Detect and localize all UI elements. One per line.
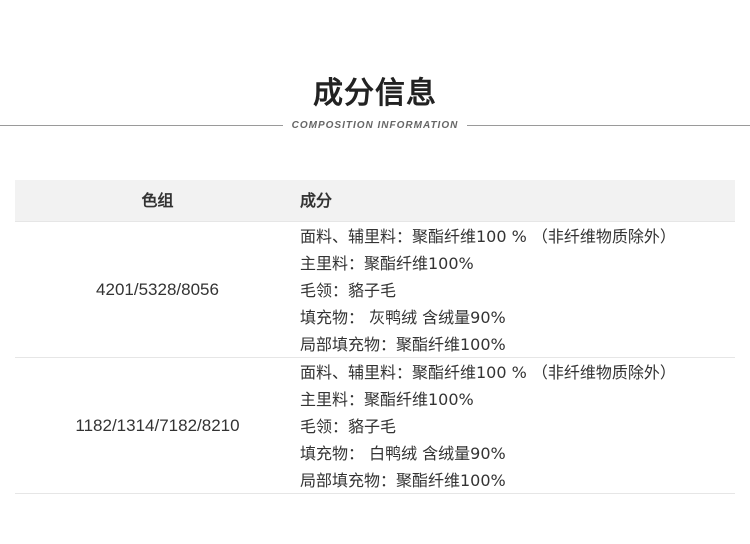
table-header: 色组 成分 bbox=[15, 180, 735, 222]
section-title: 成分信息 bbox=[313, 76, 437, 111]
table-row: 4201/5328/8056 面料、辅里料：聚酯纤维100 % （非纤维物质除外… bbox=[15, 222, 735, 358]
composition-line: 填充物： 白鸭绒 含绒量90% bbox=[300, 444, 506, 463]
color-group-cell: 4201/5328/8056 bbox=[96, 280, 219, 299]
divider-left bbox=[0, 125, 283, 126]
composition-cell: 面料、辅里料：聚酯纤维100 % （非纤维物质除外） 主里料：聚酯纤维100% … bbox=[300, 359, 735, 494]
table-row: 1182/1314/7182/8210 面料、辅里料：聚酯纤维100 % （非纤… bbox=[15, 358, 735, 494]
composition-table: 色组 成分 4201/5328/8056 面料、辅里料：聚酯纤维100 % （非… bbox=[15, 180, 735, 494]
header-composition: 成分 bbox=[300, 191, 333, 210]
section-subtitle: COMPOSITION INFORMATION bbox=[291, 120, 459, 131]
section-subtitle-row: COMPOSITION INFORMATION bbox=[0, 117, 750, 135]
composition-line: 面料、辅里料：聚酯纤维100 % （非纤维物质除外） bbox=[300, 227, 676, 246]
composition-line: 主里料：聚酯纤维100% bbox=[300, 254, 474, 273]
composition-line: 填充物： 灰鸭绒 含绒量90% bbox=[300, 308, 506, 327]
composition-line: 毛领：貉子毛 bbox=[300, 417, 397, 436]
composition-line: 面料、辅里料：聚酯纤维100 % （非纤维物质除外） bbox=[300, 363, 676, 382]
color-group-cell: 1182/1314/7182/8210 bbox=[75, 416, 240, 435]
divider-right bbox=[467, 125, 750, 126]
header-color-group: 色组 bbox=[141, 191, 174, 210]
composition-cell: 面料、辅里料：聚酯纤维100 % （非纤维物质除外） 主里料：聚酯纤维100% … bbox=[300, 223, 735, 358]
composition-line: 毛领：貉子毛 bbox=[300, 281, 397, 300]
composition-line: 局部填充物：聚酯纤维100% bbox=[300, 335, 506, 354]
composition-line: 主里料：聚酯纤维100% bbox=[300, 390, 474, 409]
composition-line: 局部填充物：聚酯纤维100% bbox=[300, 471, 506, 490]
